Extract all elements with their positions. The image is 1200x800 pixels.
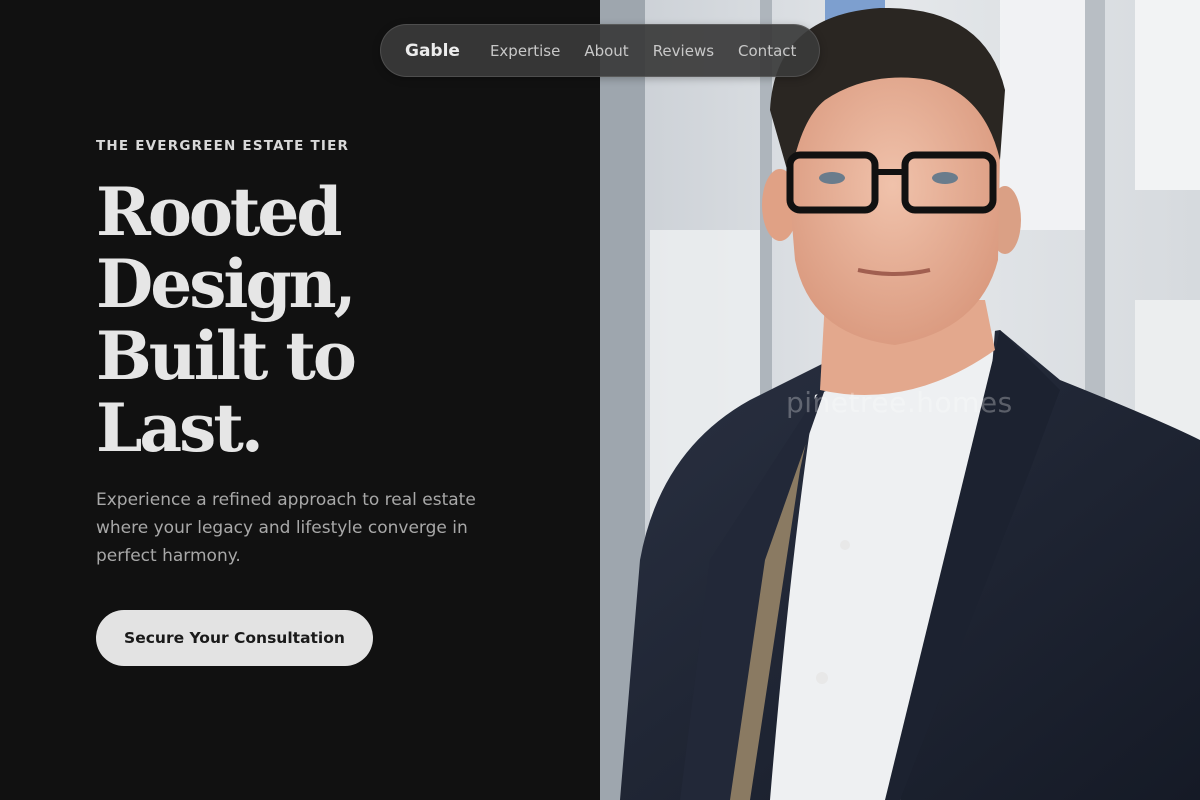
headline-line: Built to <box>96 317 357 395</box>
headline-line: Design, <box>96 245 357 323</box>
hero-subtext: Experience a refined approach to real es… <box>96 490 476 566</box>
watermark-text: pinetree.homes <box>786 386 1013 419</box>
brand-logo-link[interactable]: Gable <box>405 41 460 61</box>
nav-link-contact[interactable]: Contact <box>738 42 796 60</box>
hero-headline: Rooted Design, Built to Last. <box>96 176 576 464</box>
top-navigation: Gable Expertise About Reviews Contact <box>380 24 820 77</box>
secure-consultation-button[interactable]: Secure Your Consultation <box>96 610 373 666</box>
headline-line: Rooted <box>96 173 343 251</box>
nav-link-expertise[interactable]: Expertise <box>490 42 560 60</box>
hero-eyebrow: THE EVERGREEN ESTATE TIER <box>96 138 350 154</box>
headline-line: Last. <box>96 389 264 467</box>
nav-link-about[interactable]: About <box>584 42 628 60</box>
hero-left-panel: THE EVERGREEN ESTATE TIER Rooted Design,… <box>0 0 600 800</box>
nav-link-reviews[interactable]: Reviews <box>653 42 714 60</box>
